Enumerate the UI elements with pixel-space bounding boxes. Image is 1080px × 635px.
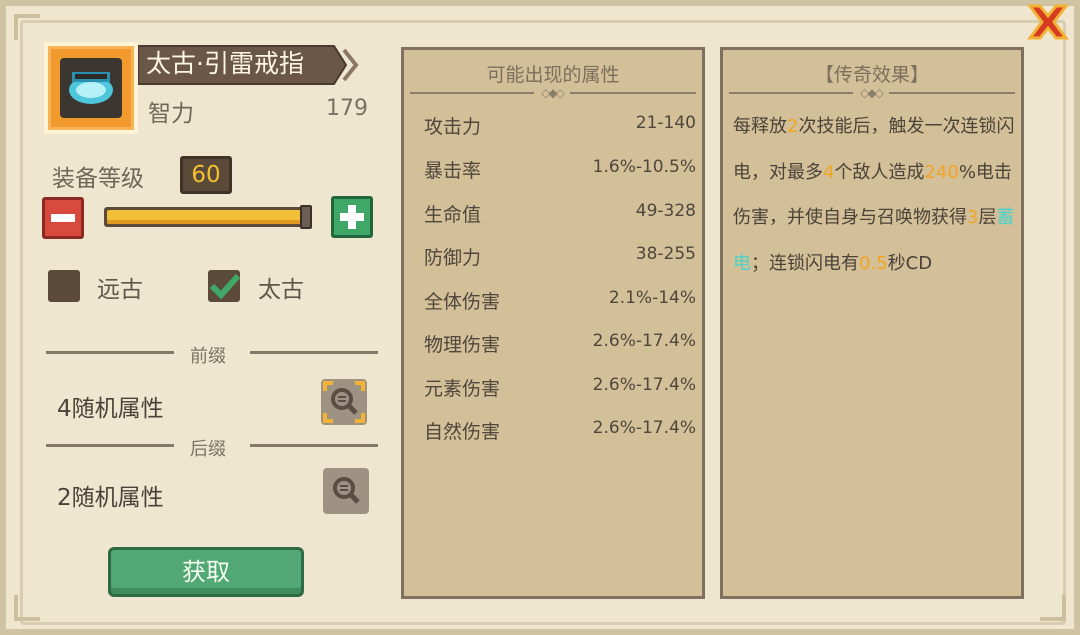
legendary-effect-text: 每释放2次技能后，触发一次连锁闪电，对最多4个敌人造成240%电击伤害，并使自身… (733, 104, 1015, 286)
stat-value: 2.6%-17.4% (592, 375, 696, 395)
checkbox-ancient[interactable] (48, 270, 80, 302)
acquire-button[interactable]: 获取 (108, 547, 304, 597)
stat-name: 物理伤害 (424, 334, 501, 356)
level-slider-fill (107, 210, 301, 224)
ornament-icon: ◇◆◇ (534, 86, 570, 100)
effect-text-segment: 每释放 (733, 116, 787, 137)
stat-row: 防御力 38-255 (424, 243, 696, 269)
effect-highlight-number: 4 (823, 161, 835, 183)
stat-name: 暴击率 (424, 160, 482, 182)
divider (250, 444, 378, 447)
suffix-zoom-button[interactable] (323, 468, 369, 514)
stat-value: 21-140 (635, 113, 696, 133)
divider (250, 351, 378, 354)
stat-row: 暴击率 1.6%-10.5% (424, 156, 696, 182)
corner-ornament (14, 595, 40, 621)
effect-text-segment: 秒CD (887, 252, 933, 274)
stat-name: 防御力 (424, 247, 482, 269)
effect-highlight-number: 3 (967, 207, 979, 228)
level-slider[interactable] (104, 207, 310, 227)
corner-ornament (14, 14, 40, 40)
legendary-effect-title: 【传奇效果】 (814, 64, 929, 86)
close-icon (1027, 4, 1069, 40)
effect-highlight-number: 0.5 (859, 252, 888, 274)
attribute-value: 179 (326, 96, 368, 121)
divider (46, 444, 174, 447)
ornament-icon: ◇◆◇ (853, 86, 889, 100)
checkbox-primal[interactable] (208, 270, 241, 302)
magnifier-icon (323, 381, 365, 423)
stat-name: 元素伤害 (424, 378, 501, 400)
magnifier-icon (333, 477, 360, 504)
stat-name: 攻击力 (424, 116, 482, 138)
level-increase-button[interactable] (331, 196, 373, 238)
effect-text-segment: 个敌人造成 (834, 161, 925, 183)
stat-name: 全体伤害 (424, 291, 501, 313)
item-name: 太古·引雷戒指 (146, 49, 304, 78)
stat-name: 生命值 (424, 204, 482, 226)
ring-icon (69, 72, 113, 104)
stat-value: 2.1%-14% (608, 288, 696, 308)
stat-row: 物理伤害 2.6%-17.4% (424, 330, 696, 356)
effect-text-segment: ；连锁闪电有 (751, 252, 859, 274)
checkmark-icon (209, 273, 241, 300)
item-slot (60, 58, 122, 118)
stat-row: 自然伤害 2.6%-17.4% (424, 417, 696, 443)
close-button[interactable] (1022, 0, 1074, 48)
stat-value: 2.6%-17.4% (592, 331, 696, 351)
level-slider-handle[interactable] (300, 205, 312, 229)
possible-stats-title: 可能出现的属性 (486, 64, 620, 86)
stat-row: 攻击力 21-140 (424, 112, 696, 138)
prefix-text: 4随机属性 (57, 396, 164, 422)
suffix-text: 2随机属性 (57, 485, 164, 511)
equipment-level-label: 装备等级 (52, 166, 144, 192)
prefix-zoom-button[interactable] (321, 379, 367, 425)
stat-value: 49-328 (635, 201, 696, 221)
suffix-title: 后缀 (190, 439, 226, 460)
stat-row: 元素伤害 2.6%-17.4% (424, 374, 696, 400)
stat-value: 2.6%-17.4% (592, 418, 696, 438)
effect-highlight-number: 240 (924, 161, 959, 183)
possible-stats-panel: 可能出现的属性 ◇◆◇ 攻击力 21-140 暴击率 1.6%-10.5% 生命… (401, 47, 705, 599)
equipment-level-value: 60 (180, 156, 232, 194)
stat-row: 全体伤害 2.1%-14% (424, 287, 696, 313)
effect-text-segment: 层 (978, 207, 997, 228)
stat-name: 自然伤害 (424, 421, 501, 443)
stat-row: 生命值 49-328 (424, 200, 696, 226)
prefix-title: 前缀 (190, 346, 226, 367)
checkbox-ancient-label: 远古 (97, 277, 143, 303)
checkbox-primal-label: 太古 (258, 277, 304, 303)
divider (46, 351, 174, 354)
stat-value: 38-255 (635, 244, 696, 264)
item-icon-frame[interactable] (44, 42, 138, 134)
stat-value: 1.6%-10.5% (592, 157, 696, 177)
corner-ornament (1040, 595, 1066, 621)
effect-highlight-number: 2 (787, 116, 799, 137)
level-decrease-button[interactable] (42, 197, 84, 239)
legendary-effect-panel: 【传奇效果】 ◇◆◇ 每释放2次技能后，触发一次连锁闪电，对最多4个敌人造成24… (720, 47, 1024, 599)
attribute-label: 智力 (148, 101, 194, 127)
